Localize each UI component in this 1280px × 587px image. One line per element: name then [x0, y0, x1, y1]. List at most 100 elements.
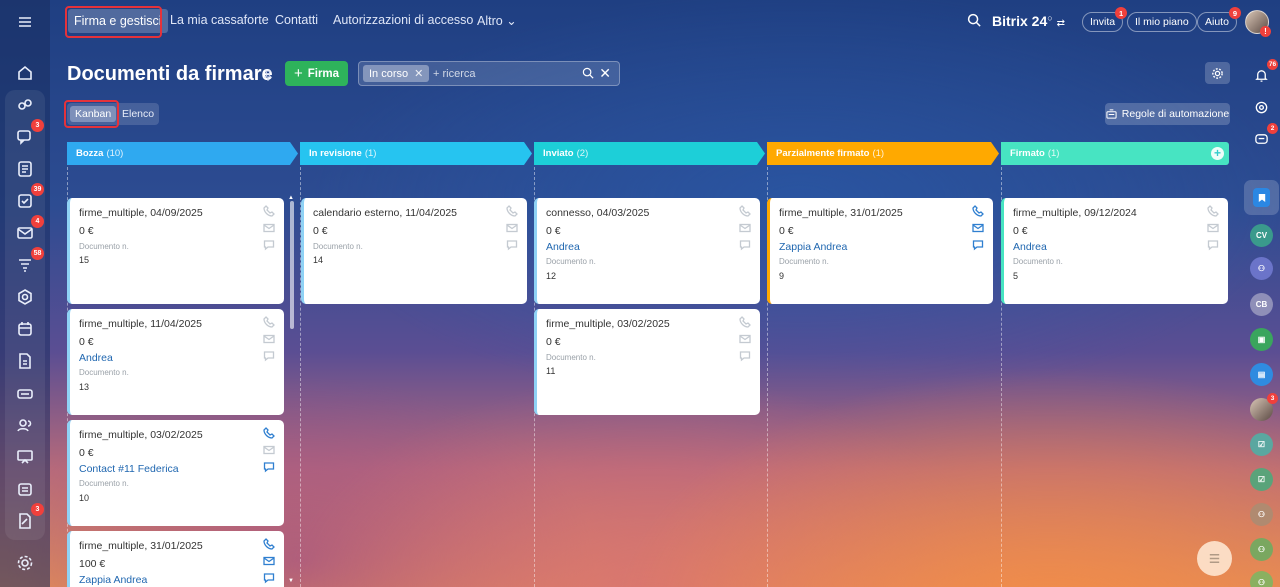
card-contact[interactable]: Andrea: [1013, 241, 1047, 253]
contacts-icon[interactable]: [13, 413, 37, 437]
help-button[interactable]: Aiuto 9: [1197, 7, 1241, 32]
my-plan-button[interactable]: Il mio piano: [1127, 12, 1197, 32]
card-title[interactable]: firme_multiple, 09/12/2024: [1013, 207, 1137, 219]
search-icon[interactable]: [582, 67, 595, 85]
settings-button[interactable]: [1205, 62, 1230, 84]
kanban-card[interactable]: connesso, 04/03/2025 0 € Andrea Document…: [534, 198, 760, 304]
group-chat-icon[interactable]: ⚇: [1250, 571, 1273, 587]
phone-icon[interactable]: [263, 205, 275, 217]
bell-icon[interactable]: 76: [1250, 59, 1278, 87]
schedule-icon[interactable]: [13, 477, 37, 501]
phone-icon[interactable]: [263, 538, 275, 550]
chat-bubble-icon[interactable]: ▤: [1250, 363, 1273, 386]
feed-icon[interactable]: [13, 157, 37, 181]
home-icon[interactable]: [13, 61, 37, 85]
card-title[interactable]: calendario esterno, 11/04/2025: [313, 207, 457, 219]
kanban-card[interactable]: firme_multiple, 09/12/2024 0 € Andrea Do…: [1001, 198, 1228, 304]
calendar-icon[interactable]: [13, 317, 37, 341]
chat-icon[interactable]: [506, 239, 518, 251]
board-icon[interactable]: [13, 445, 37, 469]
filter-search-bar[interactable]: In corso ✕ ✕: [358, 61, 620, 86]
sign-icon[interactable]: 3: [13, 503, 44, 533]
scroll-down-icon[interactable]: ▼: [288, 578, 294, 584]
drive-icon[interactable]: [13, 381, 37, 405]
collab-icon[interactable]: [13, 93, 37, 117]
chat-avatar-cv[interactable]: CV: [1250, 224, 1273, 247]
column-scrollbar[interactable]: [290, 201, 294, 329]
mail-icon[interactable]: [1207, 222, 1219, 234]
kanban-card[interactable]: firme_multiple, 03/02/2025 0 € Contact #…: [67, 420, 284, 526]
mail-icon[interactable]: [263, 555, 275, 567]
add-signature-button[interactable]: + Firma: [285, 61, 348, 86]
phone-icon[interactable]: [1207, 205, 1219, 217]
group-chat-icon[interactable]: ⚇: [1250, 503, 1273, 526]
card-title[interactable]: firme_multiple, 11/04/2025: [79, 318, 202, 330]
card-contact[interactable]: Contact #11 Federica: [79, 463, 179, 475]
phone-icon[interactable]: [263, 427, 275, 439]
chat-icon[interactable]: [739, 350, 751, 362]
user-avatar-chat[interactable]: 3: [1250, 393, 1278, 421]
chat-icon[interactable]: [263, 461, 275, 473]
kanban-card[interactable]: firme_multiple, 11/04/2025 0 € Andrea Do…: [67, 309, 284, 415]
card-title[interactable]: connesso, 04/03/2025: [546, 207, 649, 219]
chip-close-icon[interactable]: ✕: [414, 67, 423, 80]
chat-avatar-cb[interactable]: CB: [1250, 293, 1273, 316]
kanban-card[interactable]: firme_multiple, 31/01/2025 0 € Zappia An…: [767, 198, 993, 304]
tab-my-vault[interactable]: La mia cassaforte: [170, 13, 269, 27]
kanban-card[interactable]: calendario esterno, 11/04/2025 0 € Docum…: [301, 198, 527, 304]
column-header-draft[interactable]: Bozza (10): [67, 142, 298, 165]
column-header-sent[interactable]: Inviato (2): [534, 142, 765, 165]
column-header-review[interactable]: In revisione (1): [300, 142, 532, 165]
messenger-icon[interactable]: 2: [1250, 123, 1278, 151]
scroll-up-icon[interactable]: ▲: [288, 195, 294, 201]
card-contact[interactable]: Zappia Andrea: [779, 241, 847, 253]
tab-more[interactable]: Altro ⌄: [477, 13, 517, 28]
clear-search-icon[interactable]: ✕: [599, 65, 611, 82]
funnel-icon[interactable]: 58: [13, 247, 44, 277]
phone-icon[interactable]: [972, 205, 984, 217]
pin-icon[interactable]: [262, 69, 274, 81]
kanban-card[interactable]: firme_multiple, 31/01/2025 100 € Zappia …: [67, 531, 284, 587]
copilot-icon[interactable]: [1250, 96, 1273, 119]
settings-icon[interactable]: [13, 551, 37, 575]
group-chat-icon[interactable]: ⚇: [1250, 257, 1273, 280]
contact-card-icon[interactable]: ▣: [1250, 328, 1273, 351]
add-column-icon[interactable]: +: [1211, 147, 1224, 160]
kanban-card[interactable]: firme_multiple, 04/09/2025 0 € Documento…: [67, 198, 284, 304]
column-header-signed[interactable]: Firmato (1) +: [1001, 142, 1229, 165]
task-chat-icon[interactable]: ☑: [1250, 468, 1273, 491]
menu-icon[interactable]: [13, 10, 37, 34]
chat-icon[interactable]: [263, 572, 275, 584]
chat-icon[interactable]: [972, 239, 984, 251]
card-title[interactable]: firme_multiple, 31/01/2025: [79, 540, 203, 552]
phone-icon[interactable]: [506, 205, 518, 217]
card-contact[interactable]: Andrea: [79, 352, 113, 364]
card-contact[interactable]: Andrea: [546, 241, 580, 253]
chat-icon[interactable]: [263, 350, 275, 362]
mail-icon[interactable]: 4: [13, 215, 44, 245]
chat-icon[interactable]: [1207, 239, 1219, 251]
card-contact[interactable]: Zappia Andrea: [79, 574, 147, 586]
task-chat-icon[interactable]: ☑: [1250, 433, 1273, 456]
card-title[interactable]: firme_multiple, 03/02/2025: [79, 429, 203, 441]
automation-rules-button[interactable]: Regole di automazione: [1105, 103, 1230, 125]
phone-icon[interactable]: [739, 316, 751, 328]
tab-access-permissions[interactable]: Autorizzazioni di accesso: [333, 13, 473, 27]
column-header-partially-signed[interactable]: Parzialmente firmato (1): [767, 142, 999, 165]
quick-actions-button[interactable]: [1197, 541, 1232, 576]
chat-icon[interactable]: [739, 239, 751, 251]
tab-contacts[interactable]: Contatti: [275, 13, 318, 27]
search-icon[interactable]: [967, 13, 983, 29]
hexagon-icon[interactable]: [13, 285, 37, 309]
invite-button[interactable]: Invita 1: [1082, 7, 1128, 32]
mail-icon[interactable]: [263, 222, 275, 234]
bookmark-icon[interactable]: [1244, 180, 1279, 215]
card-title[interactable]: firme_multiple, 03/02/2025: [546, 318, 670, 330]
card-title[interactable]: firme_multiple, 04/09/2025: [79, 207, 203, 219]
view-kanban[interactable]: Kanban: [70, 106, 117, 122]
chat-icon[interactable]: 3: [13, 119, 44, 149]
mail-icon[interactable]: [972, 222, 984, 234]
mail-icon[interactable]: [263, 333, 275, 345]
kanban-card[interactable]: firme_multiple, 03/02/2025 0 € Documento…: [534, 309, 760, 415]
view-list[interactable]: Elenco: [117, 106, 159, 122]
